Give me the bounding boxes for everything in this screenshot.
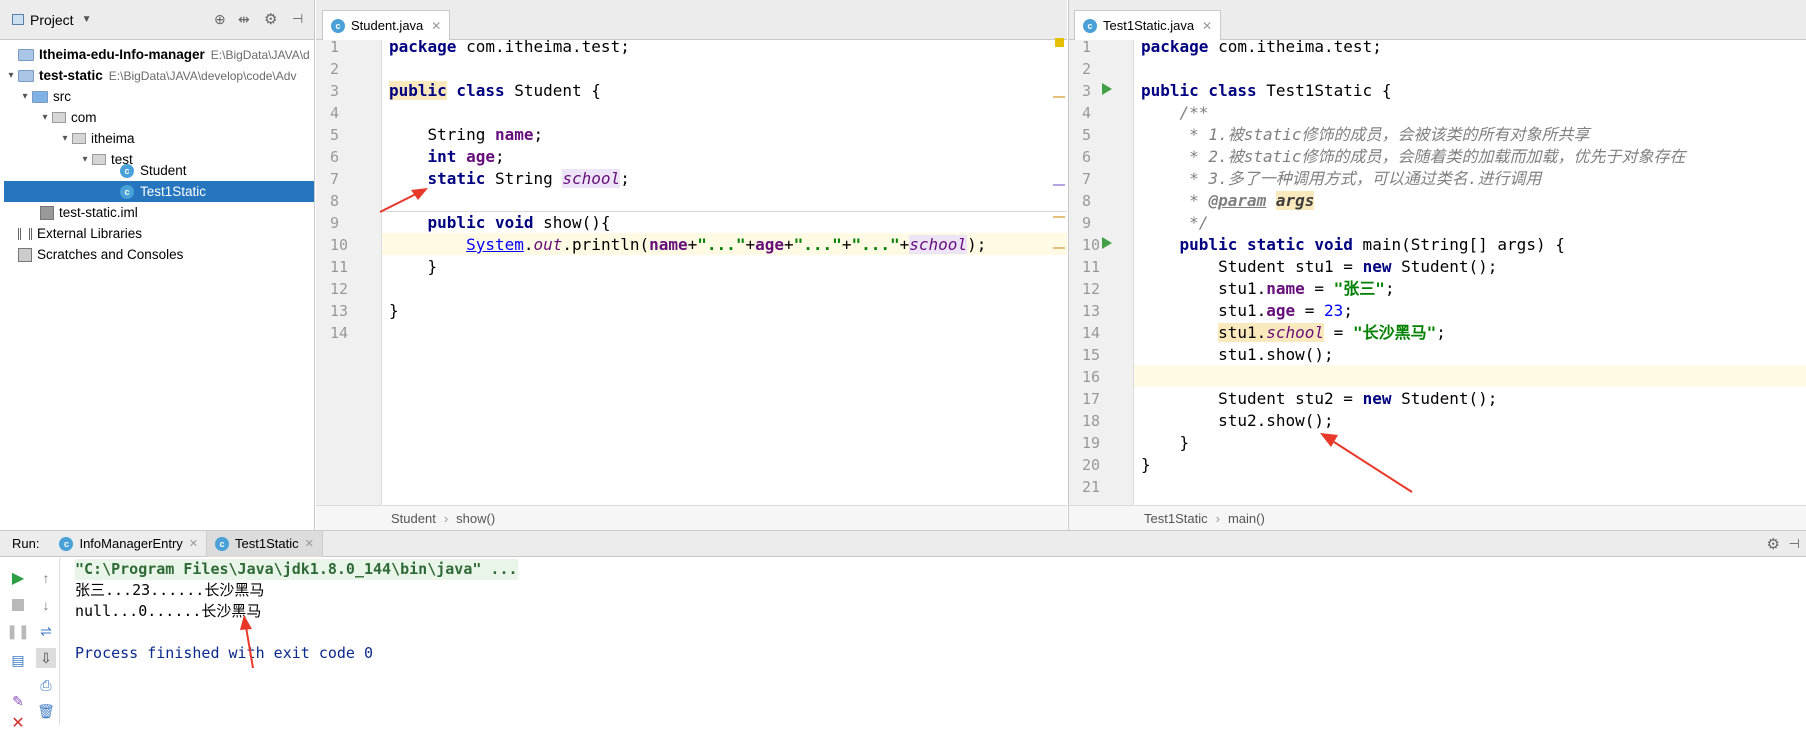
- annotation-arrows: [240, 188, 1413, 669]
- red-arrow: [379, 188, 428, 213]
- red-arrow: [240, 615, 254, 669]
- red-arrow: [1320, 433, 1413, 493]
